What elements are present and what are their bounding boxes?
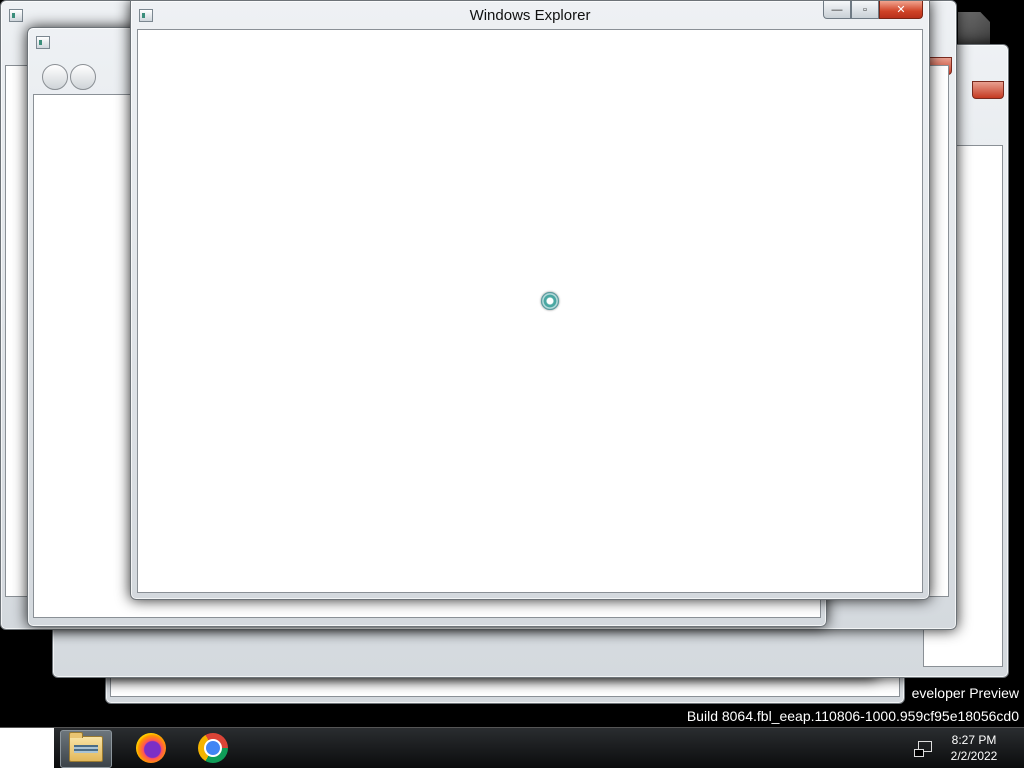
folder-icon <box>69 732 103 762</box>
clock-date: 2/2/2022 <box>950 749 998 763</box>
windows-explorer-window[interactable]: Windows Explorer — ▫ ✕ <box>130 0 930 600</box>
start-button[interactable] <box>0 728 54 768</box>
clock[interactable]: 8:27 PM 2/2/2022 <box>940 732 1008 764</box>
firefox-icon <box>136 733 166 763</box>
taskbar: 8:27 PM 2/2/2022 <box>0 727 1024 768</box>
watermark-line-1: eveloper Preview <box>911 685 1019 701</box>
clock-time: 8:27 PM <box>951 733 997 747</box>
minimize-icon: — <box>831 3 843 16</box>
minimize-button[interactable]: — <box>823 1 851 19</box>
watermark-line-2: Build 8064.fbl_eeap.110806-1000.959cf95e… <box>686 708 1019 724</box>
forward-button[interactable] <box>70 64 96 90</box>
close-button[interactable]: ✕ <box>879 1 923 19</box>
close-icon: ✕ <box>896 4 906 16</box>
network-icon[interactable] <box>914 740 932 757</box>
busy-spinner-icon <box>541 292 559 310</box>
taskbar-firefox-button[interactable] <box>126 730 176 766</box>
taskbar-explorer-button[interactable] <box>60 730 112 768</box>
maximize-button[interactable]: ▫ <box>851 1 879 19</box>
window-content-area[interactable] <box>137 29 923 593</box>
maximize-icon: ▫ <box>863 3 867 16</box>
back-button[interactable] <box>42 64 68 90</box>
taskbar-chrome-button[interactable] <box>188 730 238 766</box>
window-title: Windows Explorer <box>469 7 591 24</box>
chrome-icon <box>198 733 228 763</box>
